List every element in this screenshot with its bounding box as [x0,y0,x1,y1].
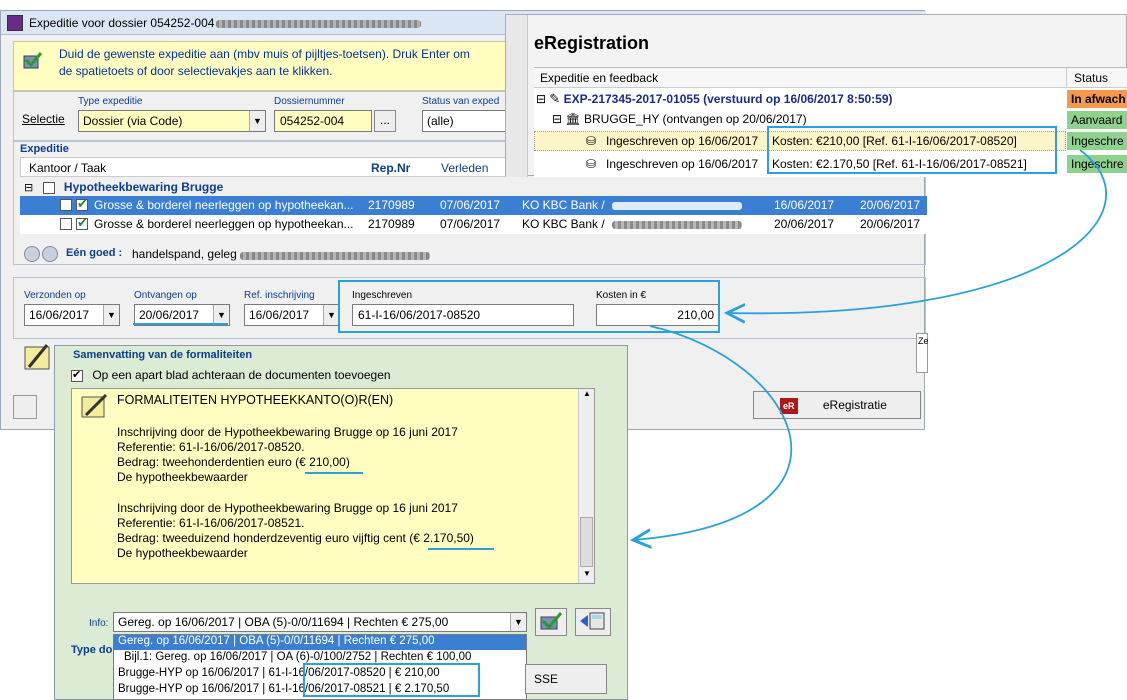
arrow-kosten-to-panel [727,149,1107,313]
annotation-arrows [0,149,1107,700]
arrow-panel-to-text [633,325,792,540]
